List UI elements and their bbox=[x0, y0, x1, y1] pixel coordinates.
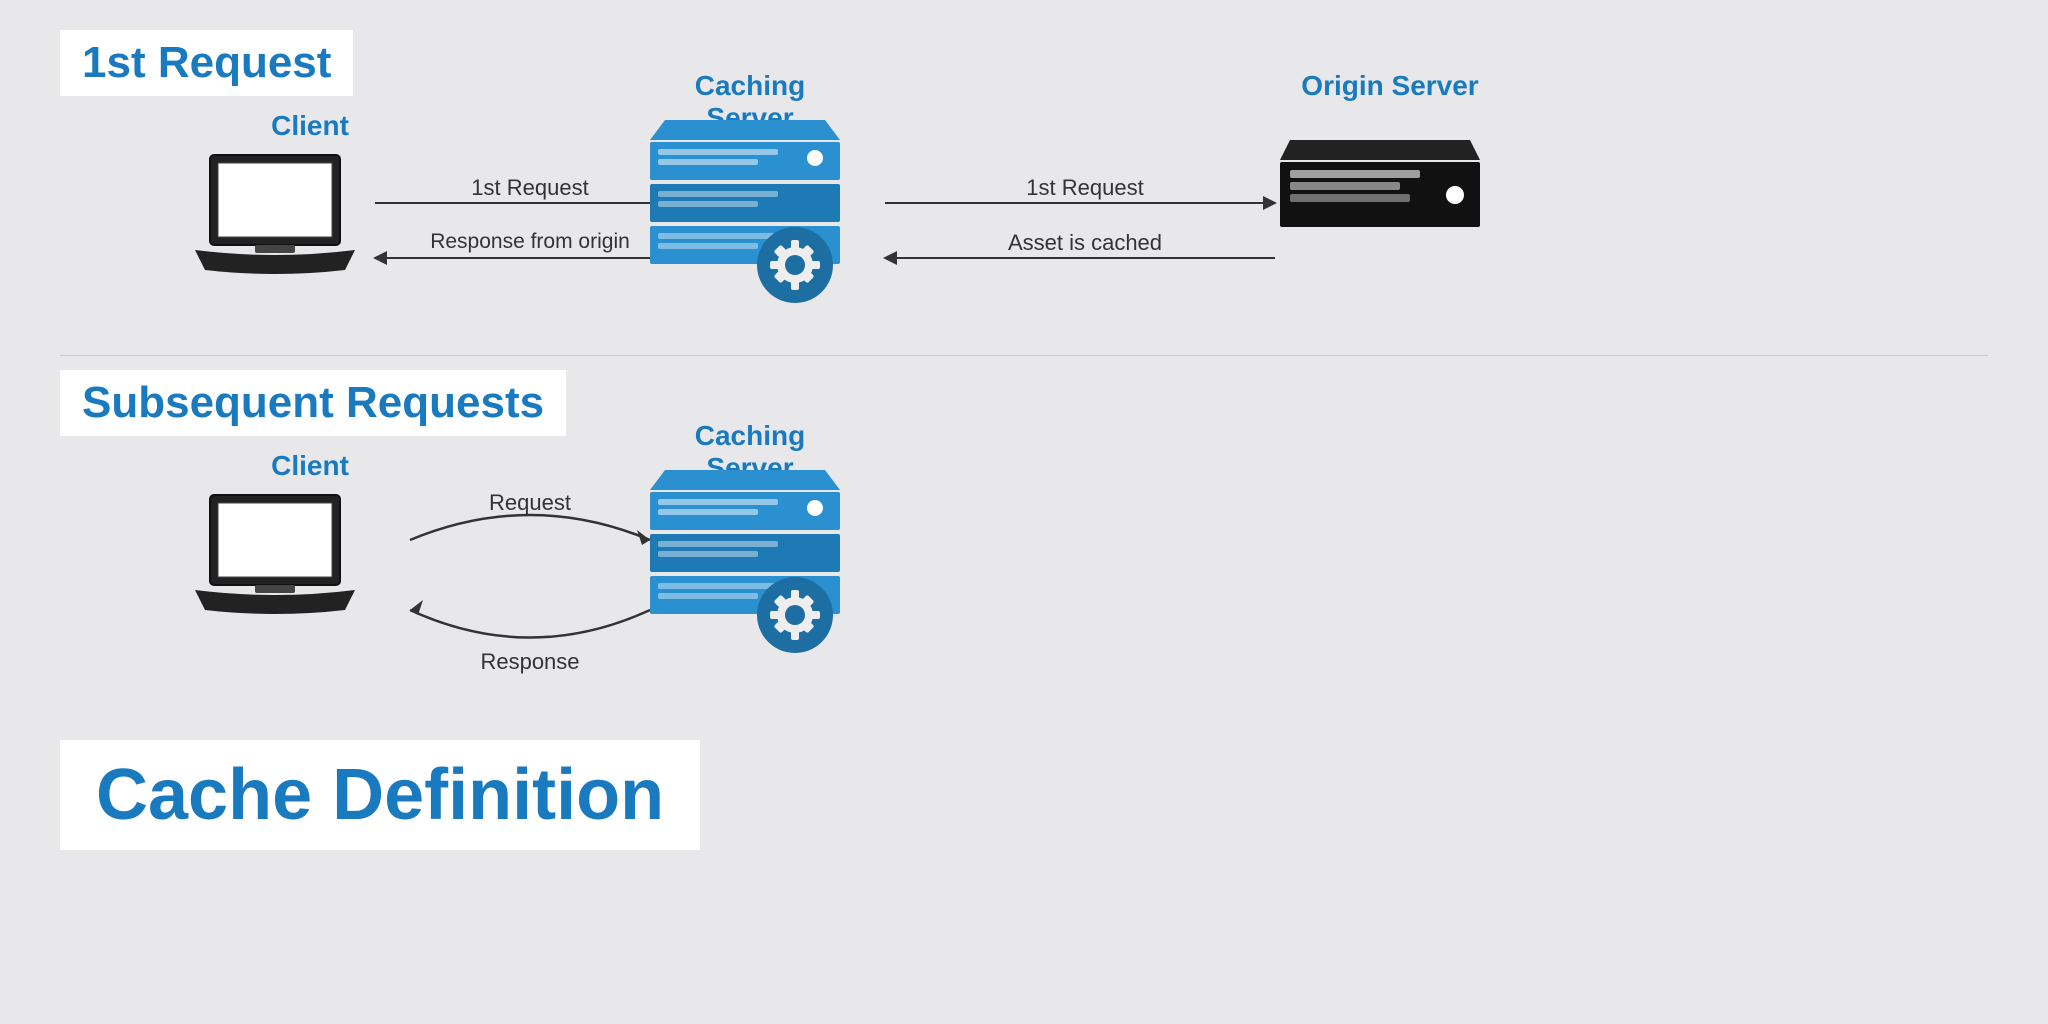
client2-laptop bbox=[190, 490, 360, 625]
origin-server-label-container: Origin Server bbox=[1290, 70, 1490, 102]
client2-label: Client bbox=[271, 450, 349, 481]
client1-label: Client bbox=[271, 110, 349, 141]
curved-response-label: Response bbox=[480, 649, 579, 675]
origin-server-icon bbox=[1280, 130, 1480, 240]
curved-request-label: Request bbox=[489, 490, 571, 516]
origin-server-label: Origin Server bbox=[1301, 70, 1478, 101]
arrow3-line bbox=[885, 202, 1275, 204]
arrow4-label: Asset is cached bbox=[890, 230, 1280, 256]
caching-server2 bbox=[640, 460, 850, 665]
arrow2-line bbox=[375, 257, 670, 259]
arrow2-head bbox=[373, 251, 387, 265]
client1-label-container: Client bbox=[230, 110, 390, 142]
section2-label: Subsequent Requests bbox=[60, 370, 566, 436]
section2-title: Subsequent Requests bbox=[82, 378, 544, 427]
caching-server2-icon bbox=[640, 460, 850, 660]
client2-label-container: Client bbox=[230, 450, 390, 482]
origin-server bbox=[1280, 130, 1480, 245]
curved-arrows-area: Request Response bbox=[390, 480, 670, 680]
arrow2-text: Response from origin bbox=[430, 230, 630, 253]
arrow1-line bbox=[375, 202, 670, 204]
laptop2-icon bbox=[190, 490, 360, 620]
arrow1-label: 1st Request bbox=[380, 175, 680, 201]
arrow3-text: 1st Request bbox=[1026, 175, 1143, 200]
arrow3-label: 1st Request bbox=[890, 175, 1280, 201]
client1-laptop bbox=[190, 150, 360, 285]
section1-title: 1st Request bbox=[82, 38, 331, 87]
caching-server1 bbox=[640, 110, 850, 315]
arrow1-text: 1st Request bbox=[471, 175, 588, 200]
laptop-icon bbox=[190, 150, 360, 280]
divider bbox=[60, 355, 1988, 356]
arrow4-head bbox=[883, 251, 897, 265]
arrow4-text: Asset is cached bbox=[1008, 230, 1162, 255]
arrow4-line bbox=[885, 257, 1275, 259]
arrow3-head bbox=[1263, 196, 1277, 210]
section1-label: 1st Request bbox=[60, 30, 353, 96]
cache-definition-title: Cache Definition bbox=[96, 755, 664, 835]
arrow2-label: Response from origin bbox=[380, 230, 680, 254]
cache-definition-label: Cache Definition bbox=[60, 740, 700, 850]
caching-server1-icon bbox=[640, 110, 850, 310]
